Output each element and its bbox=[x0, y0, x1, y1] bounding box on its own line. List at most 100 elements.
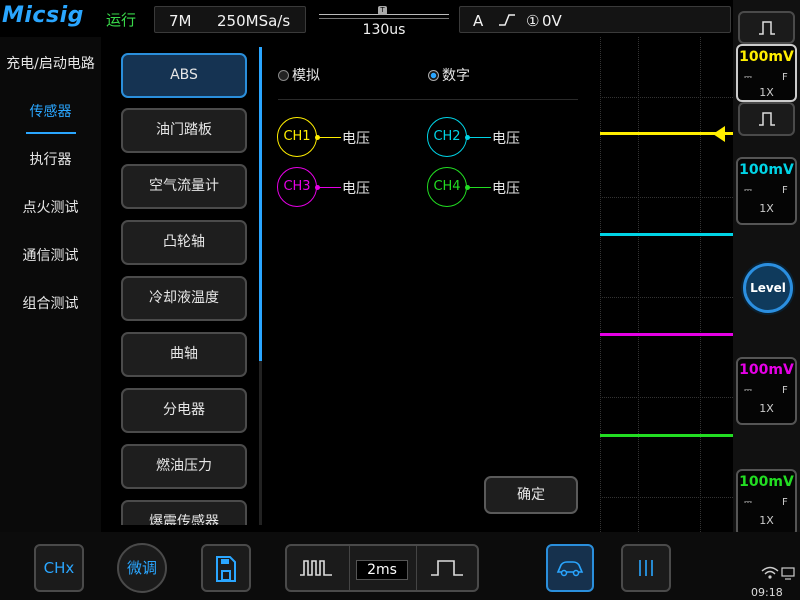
timebase-increase-icon[interactable] bbox=[430, 558, 464, 582]
sensor-knock-button[interactable]: 爆震传感器 bbox=[121, 500, 247, 525]
sample-rate: 250MSa/s bbox=[217, 12, 291, 30]
ch3-scale: 100mV bbox=[739, 362, 794, 378]
category-communication-test[interactable]: 通信测试 bbox=[0, 245, 101, 265]
ch3-connector bbox=[317, 187, 341, 188]
divider bbox=[416, 546, 417, 590]
ch4-coupling: F bbox=[782, 497, 788, 508]
ch2-coupling: F bbox=[782, 185, 788, 196]
sensor-detail-panel: 模拟 数字 CH1 电压 CH2 电压 CH3 电压 CH4 电压 确定 bbox=[264, 37, 600, 535]
ch2-badge: CH2 bbox=[427, 117, 467, 157]
category-list: 充电/启动电路 传感器 执行器 点火测试 通信测试 组合测试 bbox=[0, 37, 101, 535]
ch2-dc-icon: ⎓ bbox=[744, 185, 752, 196]
pulse-up-button[interactable] bbox=[738, 11, 795, 44]
ch1-connector bbox=[317, 137, 341, 138]
grid-line bbox=[638, 37, 639, 532]
ch3-trace bbox=[600, 333, 733, 336]
waveform-display[interactable] bbox=[600, 37, 733, 532]
grid-line bbox=[600, 97, 733, 98]
brand-logo: Micsig bbox=[2, 3, 84, 28]
chx-button[interactable]: CHx bbox=[34, 544, 84, 592]
sensor-crankshaft-button[interactable]: 曲轴 bbox=[121, 332, 247, 377]
active-category-underline bbox=[26, 132, 76, 134]
ch2-connector bbox=[467, 137, 491, 138]
ch3-scale-card[interactable]: 100mV ⎓ F 1X bbox=[736, 357, 797, 425]
acquisition-info[interactable]: 7M 250MSa/s bbox=[154, 6, 306, 33]
ch3-probe: 1X bbox=[759, 402, 774, 415]
divider bbox=[278, 99, 578, 100]
ch1-connector-dot bbox=[315, 135, 320, 140]
sensor-distributor-button[interactable]: 分电器 bbox=[121, 388, 247, 433]
ch4-scale-card[interactable]: 100mV ⎓ F 1X bbox=[736, 469, 797, 537]
clock: 09:18 bbox=[751, 586, 783, 599]
ch3-connector-dot bbox=[315, 185, 320, 190]
memory-bar-lower bbox=[319, 18, 449, 19]
sensor-list[interactable]: ABS 油门踏板 空气流量计 凸轮轴 冷却液温度 曲轴 分电器 燃油压力 爆震传… bbox=[101, 37, 264, 525]
pulse-down-button[interactable] bbox=[738, 102, 795, 136]
save-button[interactable] bbox=[201, 544, 251, 592]
top-status-bar: Micsig 运行 7M 250MSa/s T 130us A ① 0V bbox=[0, 0, 800, 38]
ch2-connector-dot bbox=[465, 135, 470, 140]
auto-test-dialog: 充电/启动电路 传感器 执行器 点火测试 通信测试 组合测试 ABS 油门踏板 … bbox=[0, 37, 600, 535]
ch3-dc-icon: ⎓ bbox=[744, 385, 752, 396]
sensor-fuel-pressure-button[interactable]: 燃油压力 bbox=[121, 444, 247, 489]
car-icon bbox=[555, 561, 585, 582]
radio-unselected-icon bbox=[278, 70, 289, 81]
sensor-coolant-temp-button[interactable]: 冷却液温度 bbox=[121, 276, 247, 321]
pulse-icon bbox=[740, 104, 793, 134]
mode-analog-label: 模拟 bbox=[292, 68, 320, 84]
sensor-throttle-pedal-button[interactable]: 油门踏板 bbox=[121, 108, 247, 153]
menu-button[interactable] bbox=[621, 544, 671, 592]
run-state-button[interactable]: 运行 bbox=[106, 9, 136, 30]
wifi-icon bbox=[760, 565, 796, 585]
grid-line bbox=[700, 37, 701, 532]
mode-digital-label: 数字 bbox=[442, 68, 470, 84]
oscilloscope-screen: Micsig 运行 7M 250MSa/s T 130us A ① 0V 100… bbox=[0, 0, 800, 600]
timebase-value: 2ms bbox=[356, 560, 408, 580]
sensor-list-scrollbar[interactable] bbox=[259, 47, 262, 361]
ch4-probe: 1X bbox=[759, 514, 774, 527]
ch3-badge: CH3 bbox=[277, 167, 317, 207]
sensor-air-flow-meter-button[interactable]: 空气流量计 bbox=[121, 164, 247, 209]
ch1-dc-icon: ⎓ bbox=[744, 72, 752, 83]
sensor-abs-button[interactable]: ABS bbox=[121, 53, 247, 98]
trigger-level-arrow-icon[interactable] bbox=[713, 126, 725, 142]
rising-edge-icon bbox=[498, 12, 516, 32]
ch1-scale-card[interactable]: 100mV ⎓ F 1X bbox=[736, 44, 797, 102]
category-ignition-test[interactable]: 点火测试 bbox=[0, 197, 101, 217]
ch1-coupling: F bbox=[782, 72, 788, 83]
sensor-camshaft-button[interactable]: 凸轮轴 bbox=[121, 220, 247, 265]
confirm-button[interactable]: 确定 bbox=[484, 476, 578, 514]
save-file-icon bbox=[214, 556, 238, 587]
trigger-position-marker: T bbox=[378, 6, 387, 15]
ch4-connector bbox=[467, 187, 491, 188]
menu-bars-icon bbox=[636, 560, 656, 582]
divider bbox=[349, 546, 350, 590]
level-label: Level bbox=[750, 281, 786, 295]
timebase-decrease-icon[interactable] bbox=[299, 558, 333, 582]
ch2-scale-card[interactable]: 100mV ⎓ F 1X bbox=[736, 157, 797, 225]
mode-analog-radio[interactable]: 模拟 bbox=[278, 65, 320, 85]
trigger-channel: A bbox=[473, 12, 484, 30]
grid-line bbox=[600, 297, 733, 298]
radio-selected-icon bbox=[428, 70, 439, 81]
auto-test-button[interactable] bbox=[546, 544, 594, 592]
ch1-measure: 电压 bbox=[342, 131, 370, 147]
trigger-source: ① bbox=[526, 12, 540, 30]
trigger-level: 0V bbox=[542, 12, 562, 30]
trigger-level-knob[interactable]: Level bbox=[743, 263, 793, 313]
ch3-coupling: F bbox=[782, 385, 788, 396]
trigger-info[interactable]: A ① 0V bbox=[459, 6, 731, 33]
sensor-list-scroll-track bbox=[259, 361, 262, 525]
category-actuators[interactable]: 执行器 bbox=[0, 149, 101, 169]
ch1-probe: 1X bbox=[759, 86, 774, 99]
category-charging-starting[interactable]: 充电/启动电路 bbox=[0, 53, 101, 73]
mode-digital-radio[interactable]: 数字 bbox=[428, 65, 470, 85]
category-sensors[interactable]: 传感器 bbox=[0, 101, 101, 121]
grid-line bbox=[600, 497, 733, 498]
fine-adjust-button[interactable]: 微调 bbox=[117, 543, 167, 593]
horizontal-position-indicator[interactable]: T 130us bbox=[319, 6, 449, 38]
ch4-trace bbox=[600, 434, 733, 437]
category-combined-test[interactable]: 组合测试 bbox=[0, 293, 101, 313]
ch4-dc-icon: ⎓ bbox=[744, 497, 752, 508]
ch2-trace bbox=[600, 233, 733, 236]
